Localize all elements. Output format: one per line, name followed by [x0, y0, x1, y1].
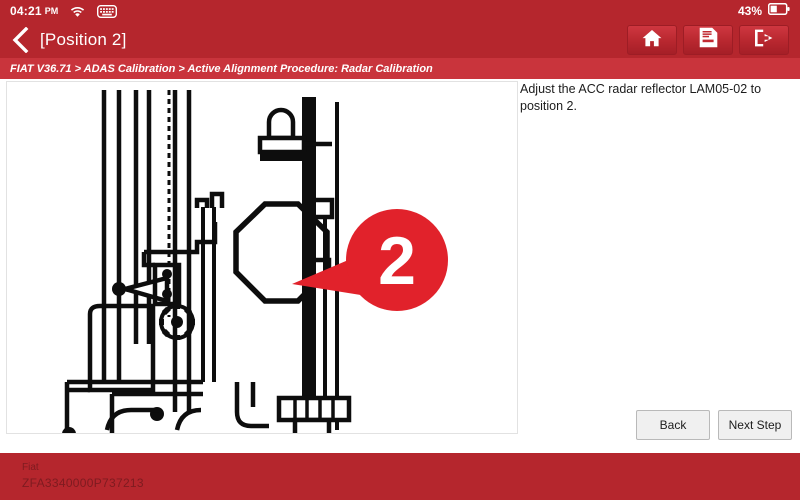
instruction-text: Adjust the ACC radar reflector LAM05-02 … — [520, 82, 762, 113]
vehicle-info-footer: Fiat ZFA3340000P737213 — [0, 453, 800, 500]
home-icon — [641, 28, 663, 53]
page-title: [Position 2] — [40, 30, 127, 49]
content-area: 2 Adjust the ACC radar reflector LAM05-0… — [0, 79, 800, 453]
status-ampm: PM — [44, 6, 59, 16]
report-button[interactable] — [683, 25, 733, 55]
diagram-panel: 2 — [6, 81, 518, 434]
exit-button[interactable] — [739, 25, 789, 55]
breadcrumb: FIAT V36.71 > ADAS Calibration > Active … — [0, 58, 800, 79]
status-time: 04:21 — [10, 4, 42, 18]
battery-icon — [767, 2, 790, 20]
home-button[interactable] — [627, 25, 677, 55]
wifi-icon — [70, 5, 85, 17]
exit-arrow-icon — [753, 28, 775, 53]
breadcrumb-text: FIAT V36.71 > ADAS Calibration > Active … — [10, 62, 433, 75]
next-step-button[interactable]: Next Step — [718, 410, 792, 440]
calibration-rig-diagram: 2 — [7, 82, 517, 433]
title-bar: [Position 2] — [0, 22, 800, 58]
titlebar-actions — [627, 25, 792, 55]
back-button[interactable]: Back — [636, 410, 710, 440]
status-bar: 04:21 PM 43% — [0, 0, 800, 22]
report-document-icon — [699, 27, 718, 53]
vehicle-vin: ZFA3340000P737213 — [22, 476, 144, 490]
vehicle-make: Fiat — [22, 462, 39, 473]
step-actions: Back Next Step — [636, 410, 792, 440]
keyboard-icon — [97, 4, 118, 18]
app-root: 04:21 PM 43% [Position 2] FIAT V36.71 > … — [0, 0, 800, 500]
chevron-left-icon[interactable] — [8, 27, 34, 53]
status-right-group: 43% — [738, 2, 790, 20]
battery-percent: 43% — [737, 4, 762, 18]
callout-number: 2 — [378, 223, 416, 299]
